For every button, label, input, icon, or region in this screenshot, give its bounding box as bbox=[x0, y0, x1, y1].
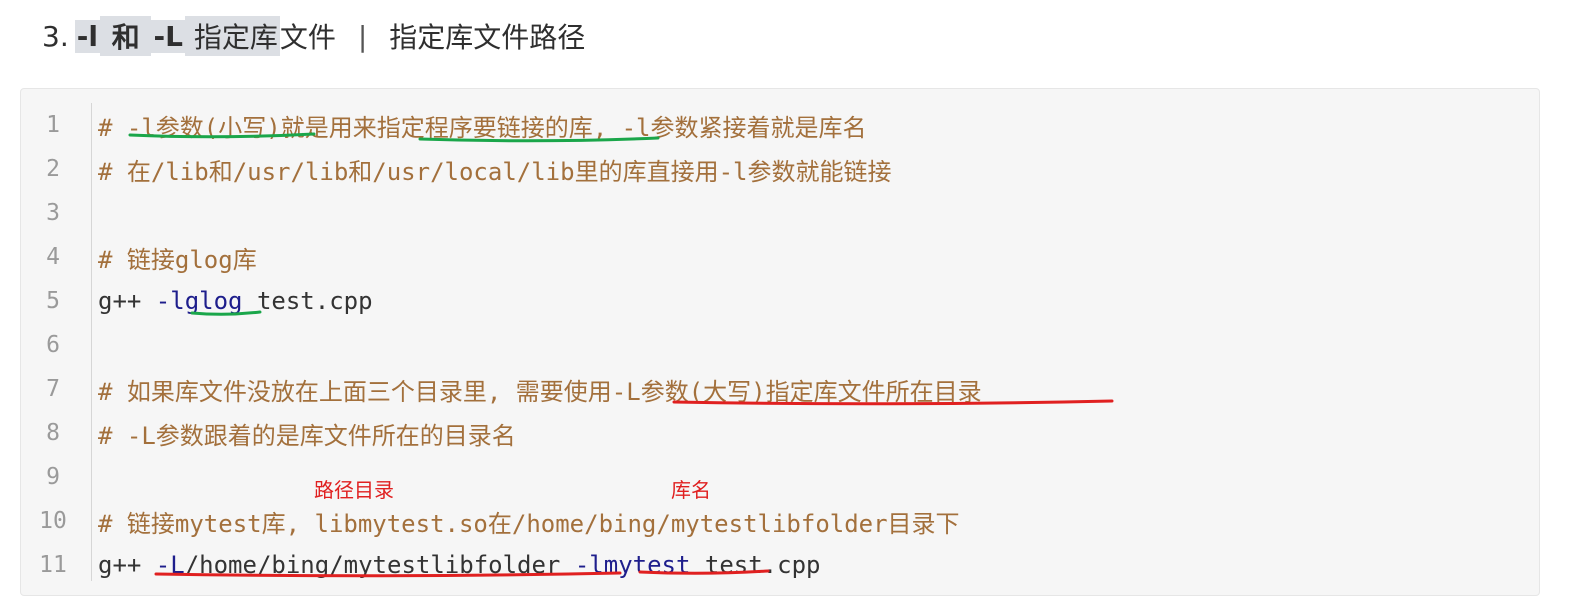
line-number: 6 bbox=[46, 332, 60, 358]
annotation-path-dir: 路径目录 bbox=[314, 478, 394, 502]
heading-flag-l: -l bbox=[74, 19, 100, 53]
line-number: 2 bbox=[46, 156, 60, 182]
heading-title-part1: 文件 bbox=[279, 21, 336, 54]
code-comment: # 如果库文件没放在上面三个目录里, 需要使用-L参数(大写)指定库文件所在目录 bbox=[98, 377, 982, 406]
code-command: g++ -lglog test.cpp bbox=[98, 287, 373, 315]
line-number: 7 bbox=[46, 376, 60, 402]
code-command: g++ -L/home/bing/mytestlibfolder -lmytes… bbox=[98, 551, 821, 579]
code-line: 3 bbox=[21, 191, 85, 235]
code-line: 9 bbox=[21, 455, 85, 499]
code-line: 10 # 链接mytest库, libmytest.so在/home/bing/… bbox=[21, 499, 959, 543]
line-number: 5 bbox=[46, 288, 60, 314]
code-line: 11 g++ -L/home/bing/mytestlibfolder -lmy… bbox=[21, 543, 820, 587]
library-path: /home/bing/mytestlibfolder bbox=[184, 551, 561, 579]
heading-flag-L: -L bbox=[151, 19, 185, 53]
heading-highlight-rest: 指定库 bbox=[184, 16, 280, 56]
code-line: 5 g++ -lglog test.cpp bbox=[21, 279, 372, 323]
code-block: 1 # -l参数(小写)就是用来指定程序要链接的库, -l参数紧接着就是库名 2… bbox=[20, 88, 1540, 596]
line-number: 10 bbox=[39, 508, 67, 534]
code-line: 6 bbox=[21, 323, 85, 367]
heading-title-part2: 指定库文件路径 bbox=[389, 21, 586, 54]
code-line: 7 # 如果库文件没放在上面三个目录里, 需要使用-L参数(大写)指定库文件所在… bbox=[21, 367, 982, 411]
heading-number: 3. bbox=[42, 19, 69, 53]
code-line: 4 # 链接glog库 bbox=[21, 235, 257, 279]
flag-L: -L bbox=[155, 551, 185, 579]
page: 3. -l 和 -L 指定库 文件 | 指定库文件路径 1 # -l参数(小写)… bbox=[0, 0, 1582, 614]
code-line: 2 # 在/lib和/usr/lib和/usr/local/lib里的库直接用-… bbox=[21, 147, 891, 191]
code-comment: # 在/lib和/usr/lib和/usr/local/lib里的库直接用-l参… bbox=[98, 157, 892, 186]
section-heading: 3. -l 和 -L 指定库 文件 | 指定库文件路径 bbox=[42, 14, 585, 58]
line-number: 8 bbox=[46, 420, 60, 446]
annotation-lib-name: 库名 bbox=[671, 478, 711, 502]
code-comment: # 链接glog库 bbox=[98, 245, 257, 274]
code-line: 8 # -L参数跟着的是库文件所在的目录名 bbox=[21, 411, 516, 455]
code-line: 1 # -l参数(小写)就是用来指定程序要链接的库, -l参数紧接着就是库名 bbox=[21, 103, 866, 147]
line-number: 1 bbox=[46, 112, 60, 138]
code-comment: # 链接mytest库, libmytest.so在/home/bing/myt… bbox=[98, 509, 960, 538]
line-number: 4 bbox=[46, 244, 60, 270]
line-number: 3 bbox=[46, 200, 60, 226]
line-number: 11 bbox=[39, 552, 67, 578]
heading-and: 和 bbox=[99, 16, 152, 56]
line-number: 9 bbox=[46, 464, 60, 490]
code-comment: # -L参数跟着的是库文件所在的目录名 bbox=[98, 421, 516, 450]
code-comment: # -l参数(小写)就是用来指定程序要链接的库, -l参数紧接着就是库名 bbox=[98, 113, 867, 142]
heading-separator: | bbox=[357, 19, 368, 53]
flag-lglog: -lglog bbox=[155, 287, 243, 315]
flag-lmytest: -lmytest bbox=[574, 551, 691, 579]
